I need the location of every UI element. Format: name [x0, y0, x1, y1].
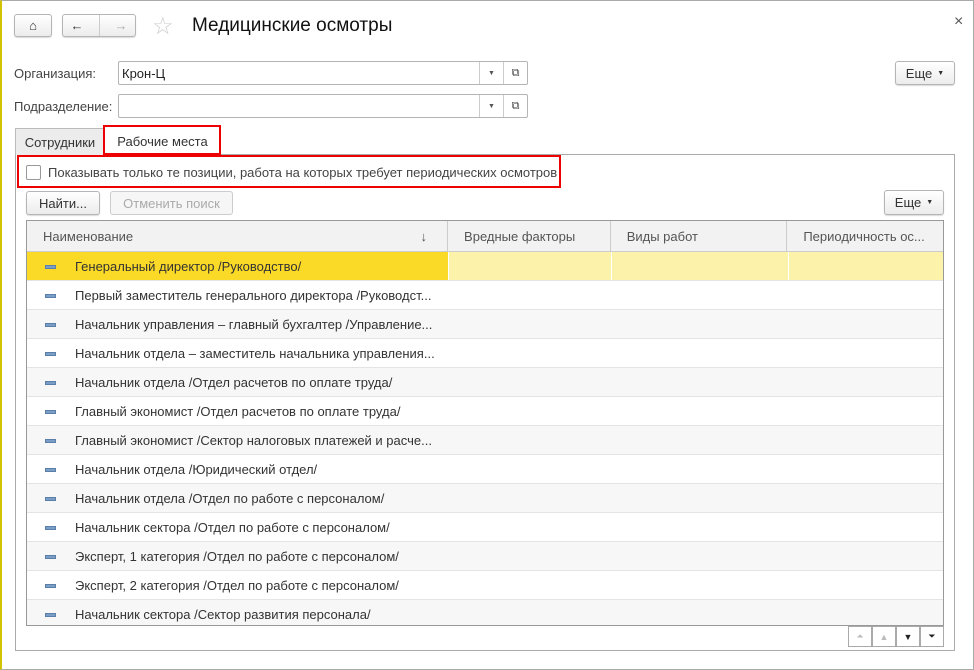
- row-name: Генеральный директор /Руководство/: [75, 258, 302, 274]
- periodic-only-checkbox[interactable]: [26, 165, 41, 180]
- open-icon[interactable]: ⧉: [503, 95, 527, 117]
- close-icon[interactable]: ×: [954, 13, 963, 31]
- cancel-search-button[interactable]: Отменить поиск: [110, 191, 233, 215]
- row-name: Начальник отдела /Отдел расчетов по опла…: [75, 374, 393, 390]
- chevron-down-icon[interactable]: ▼: [479, 95, 503, 117]
- divider: [611, 252, 612, 280]
- column-header-periodicity[interactable]: Периодичность ос...: [787, 221, 943, 251]
- position-icon: [45, 555, 56, 559]
- table-more-button[interactable]: Еще ▼: [884, 190, 944, 215]
- find-button[interactable]: Найти...: [26, 191, 100, 215]
- home-button[interactable]: ⌂: [14, 14, 52, 37]
- column-header-name[interactable]: Наименование ↓: [27, 221, 449, 251]
- row-name: Главный экономист /Сектор налоговых плат…: [75, 432, 432, 448]
- open-icon[interactable]: ⧉: [503, 62, 527, 84]
- chevron-down-icon: ▼: [937, 69, 945, 77]
- position-icon: [45, 497, 56, 501]
- table-row[interactable]: Начальник сектора /Сектор развития персо…: [27, 600, 943, 625]
- position-icon: [45, 584, 56, 588]
- scroll-last-button[interactable]: ⏷: [920, 626, 944, 647]
- chevron-down-icon: ▼: [926, 199, 934, 206]
- row-name: Начальник сектора /Отдел по работе с пер…: [75, 519, 390, 535]
- position-icon: [45, 439, 56, 443]
- more-label: Еще: [894, 195, 922, 210]
- org-field[interactable]: Крон-Ц ▼ ⧉: [118, 61, 528, 85]
- row-name: Начальник отдела /Отдел по работе с перс…: [75, 490, 385, 506]
- star-icon[interactable]: ☆: [152, 12, 174, 41]
- page-title: Медицинские осмотры: [192, 15, 393, 36]
- table-row[interactable]: Начальник сектора /Отдел по работе с пер…: [27, 513, 943, 542]
- row-name: Первый заместитель генерального директор…: [75, 287, 432, 303]
- divider: [98, 15, 100, 36]
- divider: [788, 252, 789, 280]
- arrow-right-icon[interactable]: →: [115, 18, 128, 33]
- more-label: Еще: [905, 65, 933, 81]
- dept-label: Подразделение:: [14, 99, 113, 114]
- table-row[interactable]: Начальник отдела /Юридический отдел/: [27, 455, 943, 484]
- position-icon: [45, 381, 56, 385]
- row-name: Эксперт, 1 категория /Отдел по работе с …: [75, 548, 399, 564]
- periodic-only-label[interactable]: Показывать только те позиции, работа на …: [48, 165, 557, 180]
- window: ⌂ ← → ☆ Медицинские осмотры × Организаци…: [0, 0, 974, 670]
- scroll-up-button[interactable]: ▲: [872, 626, 896, 647]
- column-label: Наименование: [43, 228, 134, 244]
- sort-desc-icon: ↓: [420, 228, 428, 244]
- chevron-down-icon[interactable]: ▼: [479, 62, 503, 84]
- org-value: Крон-Ц: [122, 66, 166, 81]
- position-icon: [45, 323, 56, 327]
- arrow-left-icon[interactable]: ←: [71, 18, 84, 33]
- nav-buttons: ← →: [62, 14, 136, 37]
- position-icon: [45, 265, 56, 269]
- scroll-first-button[interactable]: ⏶: [848, 626, 872, 647]
- table-row[interactable]: Генеральный директор /Руководство/: [27, 252, 943, 281]
- row-name: Главный экономист /Отдел расчетов по опл…: [75, 403, 401, 419]
- row-name: Начальник отдела – заместитель начальник…: [75, 345, 435, 361]
- table-row[interactable]: Первый заместитель генерального директор…: [27, 281, 943, 310]
- divider: [448, 252, 449, 280]
- column-header-hazards[interactable]: Вредные факторы: [448, 221, 611, 251]
- highlight-box: [103, 125, 221, 155]
- workplaces-table: Наименование ↓ Вредные факторы Виды работ…: [26, 220, 944, 626]
- table-row[interactable]: Начальник отдела – заместитель начальник…: [27, 339, 943, 368]
- scroll-down-button[interactable]: ▼: [896, 626, 920, 647]
- position-icon: [45, 410, 56, 414]
- home-icon: ⌂: [29, 18, 37, 33]
- row-name: Начальник сектора /Сектор развития персо…: [75, 606, 371, 622]
- row-name: Начальник отдела /Юридический отдел/: [75, 461, 318, 477]
- table-body: Генеральный директор /Руководство/Первый…: [27, 252, 943, 625]
- table-row[interactable]: Эксперт, 1 категория /Отдел по работе с …: [27, 542, 943, 571]
- position-icon: [45, 526, 56, 530]
- tab-employees[interactable]: Сотрудники: [15, 128, 105, 155]
- position-icon: [45, 468, 56, 472]
- table-row[interactable]: Эксперт, 2 категория /Отдел по работе с …: [27, 571, 943, 600]
- row-name: Начальник управления – главный бухгалтер…: [75, 316, 433, 332]
- table-row[interactable]: Главный экономист /Отдел расчетов по опл…: [27, 397, 943, 426]
- dept-field[interactable]: ▼ ⧉: [118, 94, 528, 118]
- column-header-work-types[interactable]: Виды работ: [611, 221, 788, 251]
- org-label: Организация:: [14, 66, 97, 81]
- row-name: Эксперт, 2 категория /Отдел по работе с …: [75, 577, 399, 593]
- position-icon: [45, 352, 56, 356]
- table-row[interactable]: Начальник управления – главный бухгалтер…: [27, 310, 943, 339]
- position-icon: [45, 294, 56, 298]
- table-row[interactable]: Главный экономист /Сектор налоговых плат…: [27, 426, 943, 455]
- more-button[interactable]: Еще ▼: [895, 61, 955, 85]
- position-icon: [45, 613, 56, 617]
- table-header: Наименование ↓ Вредные факторы Виды работ…: [27, 221, 943, 252]
- table-row[interactable]: Начальник отдела /Отдел расчетов по опла…: [27, 368, 943, 397]
- table-row[interactable]: Начальник отдела /Отдел по работе с перс…: [27, 484, 943, 513]
